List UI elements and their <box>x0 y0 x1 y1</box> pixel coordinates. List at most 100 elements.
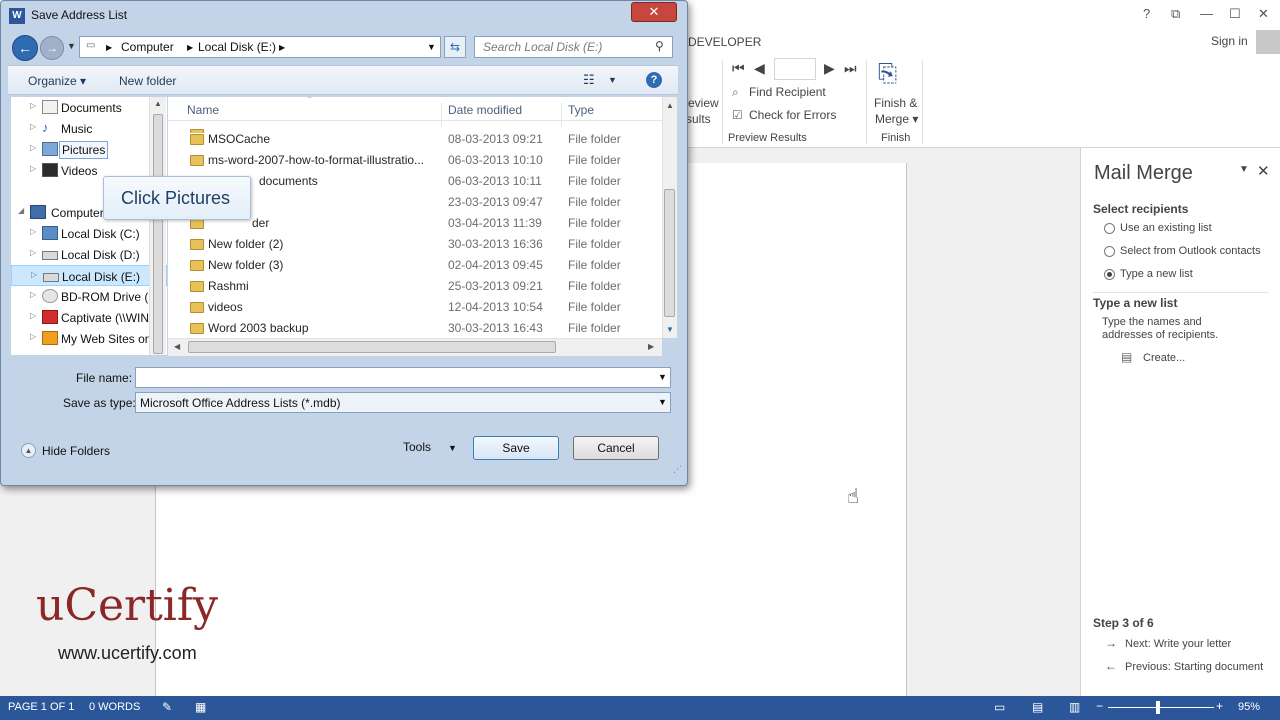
save-as-type-select[interactable]: Microsoft Office Address Lists (*.mdb) ▼ <box>135 392 671 413</box>
column-date-modified[interactable]: Date modified <box>448 103 522 117</box>
finish-merge-button[interactable]: Finish & <box>874 96 917 110</box>
search-icon[interactable]: ⚲ <box>655 39 664 53</box>
tab-developer[interactable]: DEVELOPER <box>688 35 761 49</box>
next-record-icon[interactable]: ▶ <box>824 60 835 77</box>
close-icon[interactable]: ✕ <box>1258 6 1269 22</box>
forward-button[interactable]: → <box>40 36 64 60</box>
sign-in-link[interactable]: Sign in <box>1211 34 1248 48</box>
radio-outlook-contacts[interactable] <box>1104 246 1115 257</box>
chevron-right-icon[interactable]: ▶ <box>187 43 193 52</box>
macro-icon[interactable]: ▦ <box>195 700 206 714</box>
zoom-slider[interactable] <box>1108 707 1214 708</box>
previous-record-icon[interactable]: ◀ <box>754 60 765 77</box>
maximize-icon[interactable]: ☐ <box>1229 6 1241 22</box>
chevron-right-icon[interactable]: ▶ <box>279 43 285 52</box>
dialog-close-button[interactable]: ✕ <box>631 2 677 22</box>
print-layout-icon[interactable]: ▤ <box>1032 700 1043 714</box>
tools-dropdown-icon[interactable]: ▼ <box>448 443 457 453</box>
page-count[interactable]: PAGE 1 OF 1 <box>8 701 74 713</box>
file-row[interactable]: MSOCache 08-03-2013 09:21 File folder <box>168 128 662 149</box>
zoom-out-icon[interactable]: − <box>1096 699 1103 713</box>
last-record-icon[interactable]: ⏭ <box>844 60 857 77</box>
zoom-slider-thumb[interactable] <box>1156 701 1160 714</box>
scroll-right-icon[interactable]: ▶ <box>648 342 654 351</box>
breadcrumb-local-disk-e[interactable]: Local Disk (E:) <box>198 40 276 54</box>
view-options-icon[interactable]: ☷ <box>583 72 595 88</box>
file-name-dropdown-icon[interactable]: ▼ <box>658 372 667 382</box>
collapse-up-icon[interactable]: ▲ <box>21 443 36 458</box>
tree-item-documents[interactable]: ▷ Documents <box>11 97 167 118</box>
help-icon[interactable]: ? <box>646 72 662 88</box>
file-name-input[interactable]: ▼ <box>135 367 671 388</box>
record-number-input[interactable] <box>774 58 816 80</box>
read-mode-icon[interactable]: ▭ <box>994 700 1005 714</box>
tree-item-local-disk-d[interactable]: ▷ Local Disk (D:) <box>11 244 167 265</box>
scroll-up-icon[interactable]: ▲ <box>666 101 674 110</box>
ribbon-display-options-icon[interactable]: ⧉ <box>1171 6 1180 22</box>
pane-options-icon[interactable]: ▼ <box>1239 164 1249 175</box>
minimize-icon[interactable]: — <box>1200 6 1213 21</box>
finish-merge-button-2[interactable]: Merge ▾ <box>875 112 918 126</box>
scroll-left-icon[interactable]: ◀ <box>174 342 180 351</box>
dialog-title-bar[interactable]: W Save Address List ✕ <box>1 1 687 31</box>
tree-item-local-disk-c[interactable]: ▷ Local Disk (C:) <box>11 223 167 244</box>
avatar[interactable] <box>1256 30 1280 54</box>
hide-folders-button[interactable]: Hide Folders <box>42 444 110 458</box>
save-button[interactable]: Save <box>473 436 559 460</box>
address-bar[interactable]: ▭ ▶ Computer ▶ Local Disk (E:) ▶ ▼ <box>79 36 441 58</box>
tree-item-pictures[interactable]: ▷ Pictures <box>11 139 167 160</box>
navigation-scrollbar[interactable]: ▲ <box>149 97 166 355</box>
file-row[interactable]: New folder (2) 30-03-2013 16:36 File fol… <box>168 233 662 254</box>
tree-item-captivate[interactable]: ▷ Captivate (\\WIN <box>11 307 167 328</box>
radio-type-new-list[interactable] <box>1104 269 1115 280</box>
file-list-vertical-thumb[interactable] <box>664 189 675 317</box>
next-step-link[interactable]: Next: Write your letter <box>1125 638 1231 650</box>
recent-locations-icon[interactable]: ▼ <box>67 41 76 51</box>
refresh-button[interactable]: ⇆ <box>444 36 466 58</box>
view-dropdown-icon[interactable]: ▼ <box>608 75 617 85</box>
web-layout-icon[interactable]: ▥ <box>1069 700 1080 714</box>
first-record-icon[interactable]: ⏮ <box>732 60 745 77</box>
column-type[interactable]: Type <box>568 103 594 117</box>
file-list-horizontal-thumb[interactable] <box>188 341 556 353</box>
file-row[interactable]: videos 12-04-2013 10:54 File folder <box>168 296 662 317</box>
new-folder-button[interactable]: New folder <box>119 74 176 88</box>
tree-item-local-disk-e[interactable]: ▷ Local Disk (E:) <box>11 265 167 286</box>
file-date: 30-03-2013 16:36 <box>448 237 543 251</box>
back-button[interactable]: ← <box>12 35 38 61</box>
file-row[interactable]: Word 2003 backup 30-03-2013 16:43 File f… <box>168 317 662 338</box>
create-link[interactable]: Create... <box>1143 352 1185 364</box>
breadcrumb-computer[interactable]: Computer <box>121 40 174 54</box>
save-as-type-dropdown-icon[interactable]: ▼ <box>658 397 667 407</box>
tools-button[interactable]: Tools <box>403 440 431 454</box>
zoom-level[interactable]: 95% <box>1238 701 1260 713</box>
scrollbar-thumb[interactable] <box>153 114 163 354</box>
check-errors-button[interactable]: Check for Errors <box>749 108 836 122</box>
previous-step-link[interactable]: Previous: Starting document <box>1125 661 1263 673</box>
radio-existing-list[interactable] <box>1104 223 1115 234</box>
preview-results-label-partial-2[interactable]: sults <box>686 112 711 126</box>
search-input[interactable]: Search Local Disk (E:) ⚲ <box>474 36 673 58</box>
address-dropdown-icon[interactable]: ▼ <box>427 42 436 52</box>
file-row[interactable]: ms-word-2007-how-to-format-illustratio..… <box>168 149 662 170</box>
tree-item-web-sites[interactable]: ▷ My Web Sites on <box>11 328 167 349</box>
column-name[interactable]: Name <box>187 103 219 117</box>
help-icon[interactable]: ? <box>1143 6 1150 21</box>
tree-item-bd-rom[interactable]: ▷ BD-ROM Drive (H <box>11 286 167 307</box>
scroll-down-icon[interactable]: ▼ <box>666 325 674 334</box>
organize-button[interactable]: Organize ▾ <box>28 74 86 88</box>
preview-results-label-partial[interactable]: eview <box>688 96 719 110</box>
zoom-in-icon[interactable]: + <box>1216 699 1223 713</box>
pane-close-icon[interactable]: ✕ <box>1257 162 1270 180</box>
word-count[interactable]: 0 WORDS <box>89 701 140 713</box>
cancel-button[interactable]: Cancel <box>573 436 659 460</box>
finish-merge-icon: ⎘ <box>878 60 898 87</box>
scroll-up-icon[interactable]: ▲ <box>154 99 162 108</box>
tree-item-music[interactable]: ▷ ♪ Music <box>11 118 167 139</box>
resize-grip-icon[interactable]: ⋰ <box>673 464 682 475</box>
find-recipient-button[interactable]: Find Recipient <box>749 85 826 99</box>
chevron-right-icon[interactable]: ▶ <box>106 43 112 52</box>
file-row[interactable]: New folder (3) 02-04-2013 09:45 File fol… <box>168 254 662 275</box>
file-row[interactable]: Rashmi 25-03-2013 09:21 File folder <box>168 275 662 296</box>
proofing-icon[interactable]: ✎ <box>162 700 172 714</box>
